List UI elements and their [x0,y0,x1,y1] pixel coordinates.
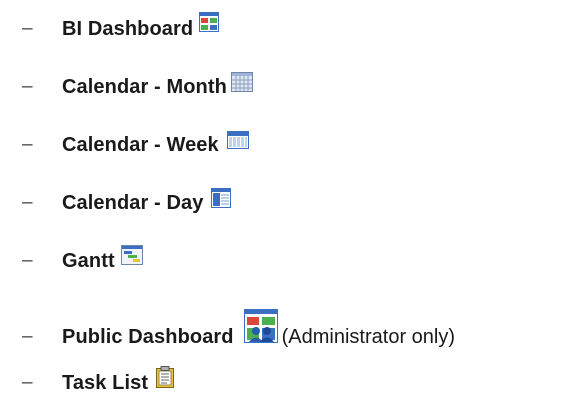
calendar-week-icon [226,131,249,149]
list-bullet: – [22,76,33,97]
list-bullet: – [22,250,33,271]
bi-dashboard-icon [199,12,220,32]
calendar-day-icon [211,188,232,208]
view-type-list: – BI Dashboard – Calendar - Month – Cale… [0,0,582,409]
gantt-icon [120,245,143,265]
task-list-icon [156,366,175,388]
item-note: (Administrator only) [281,325,456,348]
item-label: Public Dashboard [62,325,234,348]
list-bullet: – [22,134,33,155]
item-label: Task List [62,371,149,394]
list-bullet: – [22,18,33,39]
item-label: Gantt [62,249,115,272]
item-label: BI Dashboard [62,17,194,40]
list-bullet: – [22,326,33,347]
list-bullet: – [22,192,33,213]
item-label: Calendar - Week [62,133,219,156]
item-label: Calendar - Month [62,75,227,98]
item-label: Calendar - Day [62,191,204,214]
calendar-month-icon [230,72,253,92]
public-dashboard-icon [243,309,278,343]
list-bullet: – [22,372,33,393]
